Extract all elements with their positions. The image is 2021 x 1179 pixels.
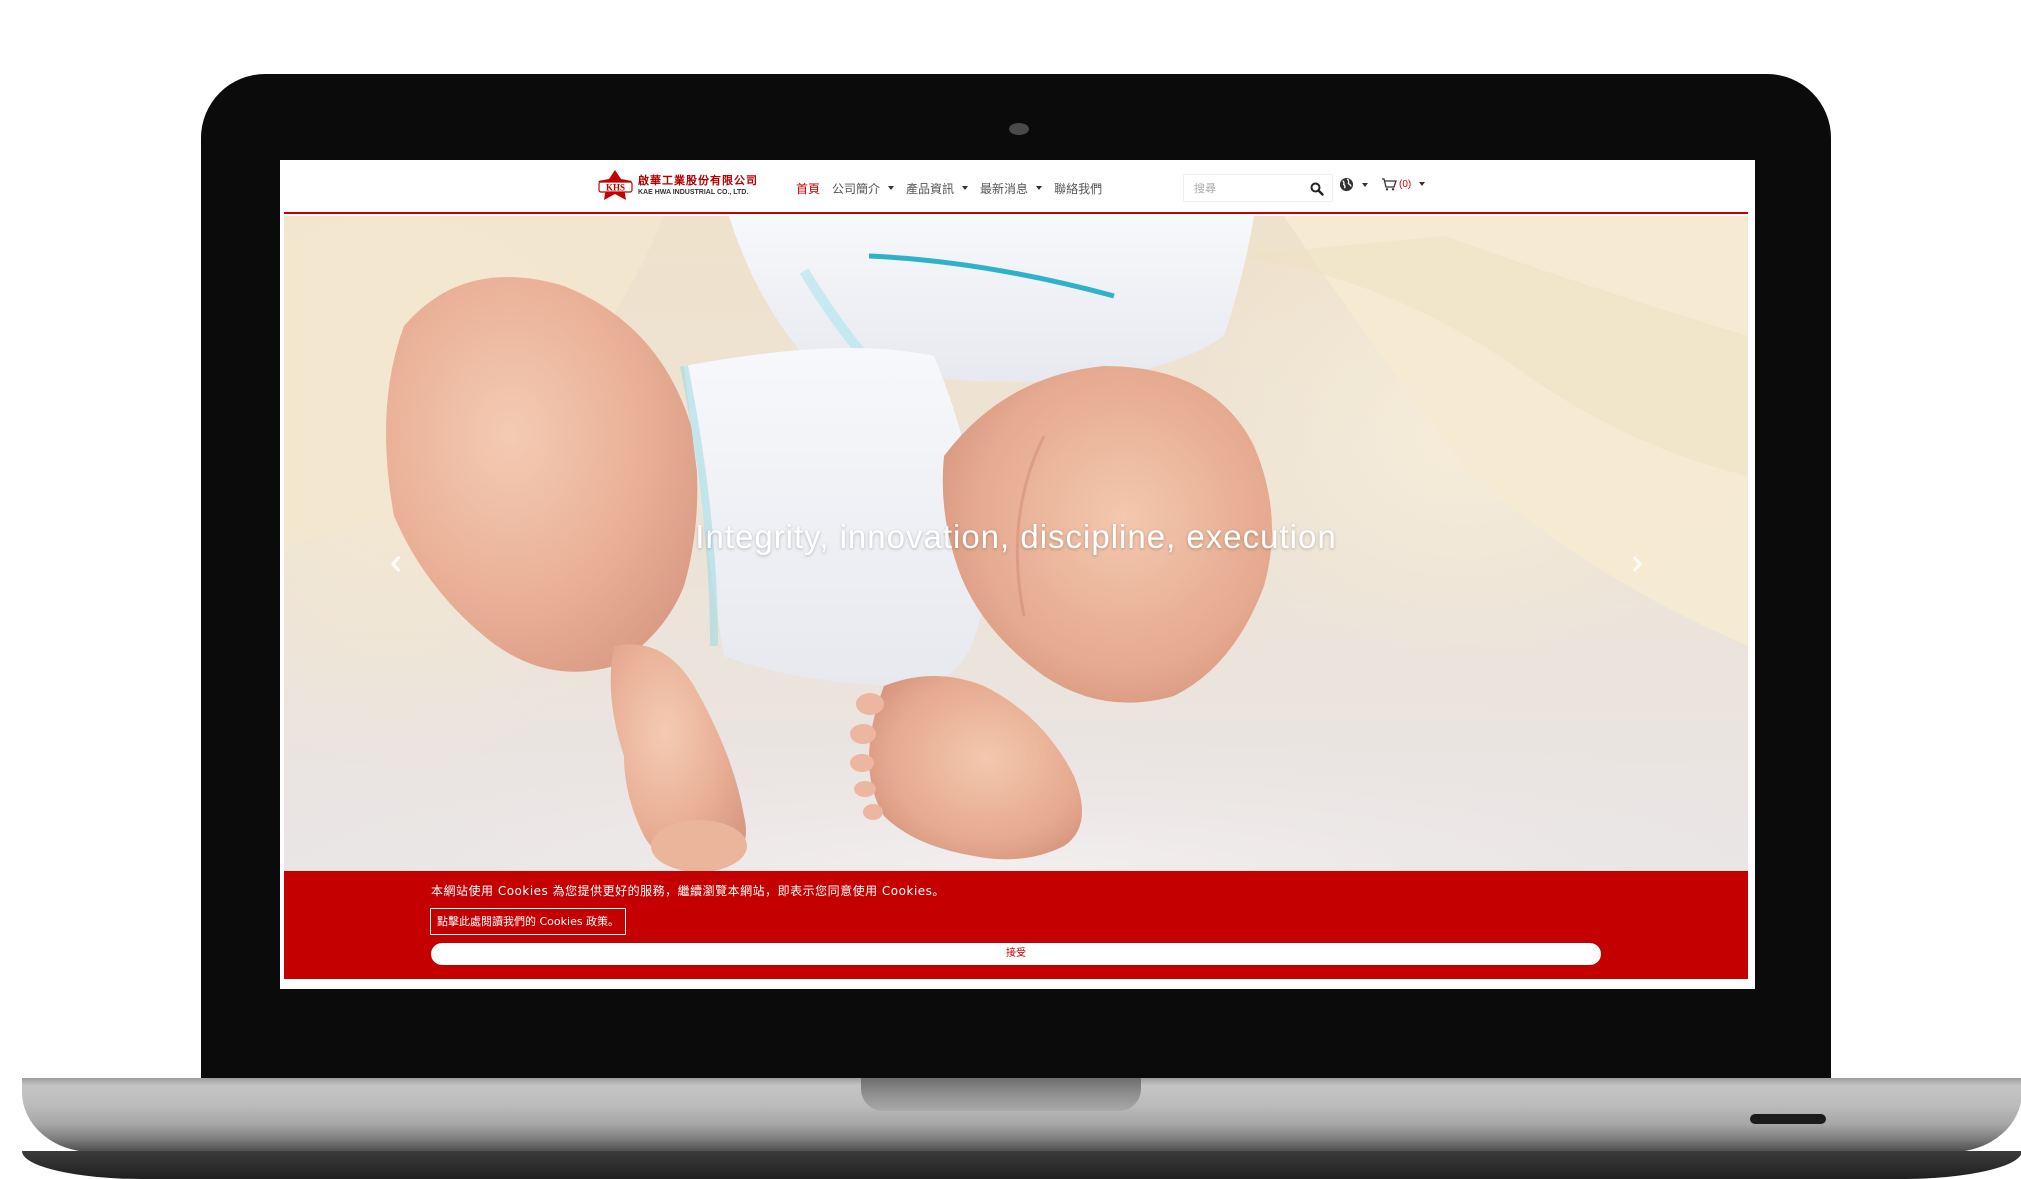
laptop-base-rim bbox=[22, 1151, 2021, 1179]
hero-slogan: Integrity, innovation, discipline, execu… bbox=[695, 518, 1337, 555]
caret-down-icon bbox=[962, 186, 969, 190]
cart-icon bbox=[1382, 178, 1397, 191]
cookie-policy-link[interactable]: 點擊此處閱讀我們的 Cookies 政策。 bbox=[430, 908, 627, 935]
logo-emblem-icon: KHS bbox=[598, 170, 633, 200]
nav-item-label: 公司簡介 bbox=[832, 181, 881, 196]
chevron-left-icon[interactable] bbox=[389, 554, 403, 574]
logo-name-en: KAE HWA INDUSTRIAL CO., LTD. bbox=[638, 189, 749, 196]
logo-mark: KHS bbox=[606, 183, 625, 193]
logo-name-cn: 啟華工業股份有限公司 bbox=[638, 174, 758, 187]
nav-item-label: 首頁 bbox=[796, 181, 821, 196]
globe-icon bbox=[1339, 177, 1354, 192]
nav-item-label: 最新消息 bbox=[980, 181, 1029, 196]
caret-down-icon bbox=[888, 186, 895, 190]
caret-down-icon bbox=[1419, 182, 1426, 186]
search-input[interactable] bbox=[1184, 175, 1302, 201]
search-form bbox=[1183, 174, 1333, 202]
cookie-message: 本網站使用 Cookies 為您提供更好的服務，繼續瀏覽本網站，即表示您同意使用… bbox=[431, 884, 945, 898]
nav-item-label: 聯絡我們 bbox=[1054, 181, 1103, 196]
main-nav: 首頁 公司簡介 產品資訊 最新消息 聯絡我們 bbox=[796, 178, 1114, 198]
language-switcher[interactable] bbox=[1339, 177, 1368, 192]
nav-item-products[interactable]: 產品資訊 bbox=[906, 180, 969, 197]
caret-down-icon bbox=[1362, 182, 1368, 187]
laptop-notch bbox=[861, 1078, 1141, 1111]
device-mockup: KHS 啟華工業股份有限公司 KAE HWA INDUSTRIAL CO., L… bbox=[0, 0, 2021, 1179]
chevron-right-icon[interactable] bbox=[1630, 554, 1644, 574]
cart-button[interactable]: (0) bbox=[1381, 177, 1426, 191]
cookie-accept-button[interactable]: 接受 bbox=[431, 943, 1601, 965]
cookie-consent-bar: 本網站使用 Cookies 為您提供更好的服務，繼續瀏覽本網站，即表示您同意使用… bbox=[284, 871, 1748, 979]
nav-item-contact[interactable]: 聯絡我們 bbox=[1054, 180, 1102, 197]
nav-item-home[interactable]: 首頁 bbox=[796, 180, 820, 197]
caret-down-icon bbox=[1036, 186, 1043, 190]
hero-slider: Integrity, innovation, discipline, execu… bbox=[284, 216, 1748, 871]
search-icon[interactable] bbox=[1310, 182, 1324, 196]
nav-item-about[interactable]: 公司簡介 bbox=[832, 180, 895, 197]
site-header: KHS 啟華工業股份有限公司 KAE HWA INDUSTRIAL CO., L… bbox=[284, 160, 1748, 214]
nav-item-label: 產品資訊 bbox=[906, 181, 955, 196]
laptop-port bbox=[1750, 1114, 1826, 1124]
nav-item-news[interactable]: 最新消息 bbox=[980, 180, 1043, 197]
browser-viewport: KHS 啟華工業股份有限公司 KAE HWA INDUSTRIAL CO., L… bbox=[280, 160, 1755, 989]
webcam bbox=[1009, 123, 1029, 135]
cart-count: (0) bbox=[1399, 178, 1412, 190]
